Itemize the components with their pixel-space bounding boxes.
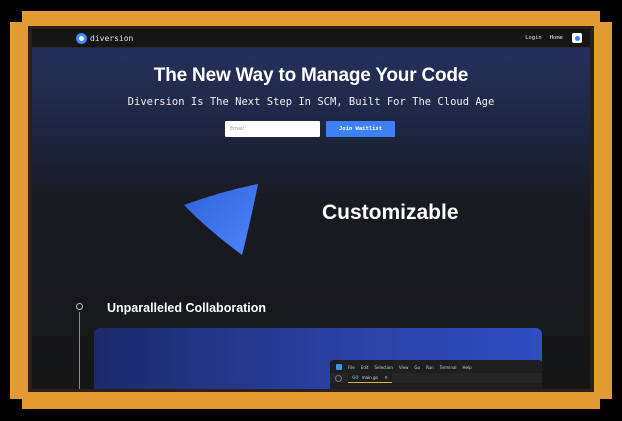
top-navbar: diversion Login Home xyxy=(32,29,590,48)
frame-corner-bottom-right xyxy=(600,399,618,417)
close-icon[interactable]: × xyxy=(384,375,388,381)
timeline-dot xyxy=(76,303,83,310)
code-editor-preview: File Edit Selection View Go Run Terminal… xyxy=(330,360,542,389)
menu-help[interactable]: Help xyxy=(463,365,472,370)
join-waitlist-button[interactable]: Join Waitlist xyxy=(326,121,395,137)
menu-run[interactable]: Run xyxy=(426,365,434,370)
customizable-shape-graphic xyxy=(184,184,258,255)
vscode-icon xyxy=(336,364,342,370)
diversion-logo-icon xyxy=(76,32,87,44)
hero-title: The New Way to Manage Your Code xyxy=(153,65,469,86)
editor-menu-bar: File Edit Selection View Go Run Terminal… xyxy=(336,364,472,370)
hero-subtitle: Diversion Is The Next Step In SCM, Built… xyxy=(127,96,495,108)
home-link[interactable]: Home xyxy=(550,35,563,41)
avatar[interactable] xyxy=(572,33,582,43)
menu-terminal[interactable]: Terminal xyxy=(440,365,457,370)
customizable-heading: Customizable xyxy=(322,201,459,224)
menu-selection[interactable]: Selection xyxy=(374,365,392,370)
tab-main-go[interactable]: GO main.go × xyxy=(348,373,393,383)
brand-name: diversion xyxy=(90,33,134,43)
menu-file[interactable]: File xyxy=(348,365,355,370)
menu-view[interactable]: View xyxy=(399,365,409,370)
menu-edit[interactable]: Edit xyxy=(361,365,369,370)
frame-corner-top-left xyxy=(4,4,22,22)
collaboration-heading: Unparalleled Collaboration xyxy=(107,301,267,315)
login-link[interactable]: Login xyxy=(525,35,542,41)
explorer-icon[interactable] xyxy=(335,374,342,382)
email-input[interactable] xyxy=(225,121,320,137)
tab-label: main.go xyxy=(361,375,378,380)
go-file-icon: GO xyxy=(352,375,359,380)
landing-page: diversion Login Home The New Way to Mana… xyxy=(32,29,590,389)
frame-corner-bottom-left xyxy=(4,399,22,417)
brand-logo[interactable]: diversion xyxy=(76,32,134,44)
menu-go[interactable]: Go xyxy=(414,365,420,370)
frame-corner-top-right xyxy=(600,4,618,22)
timeline-line xyxy=(79,312,80,389)
editor-tab-bar: GO main.go × xyxy=(330,373,542,383)
